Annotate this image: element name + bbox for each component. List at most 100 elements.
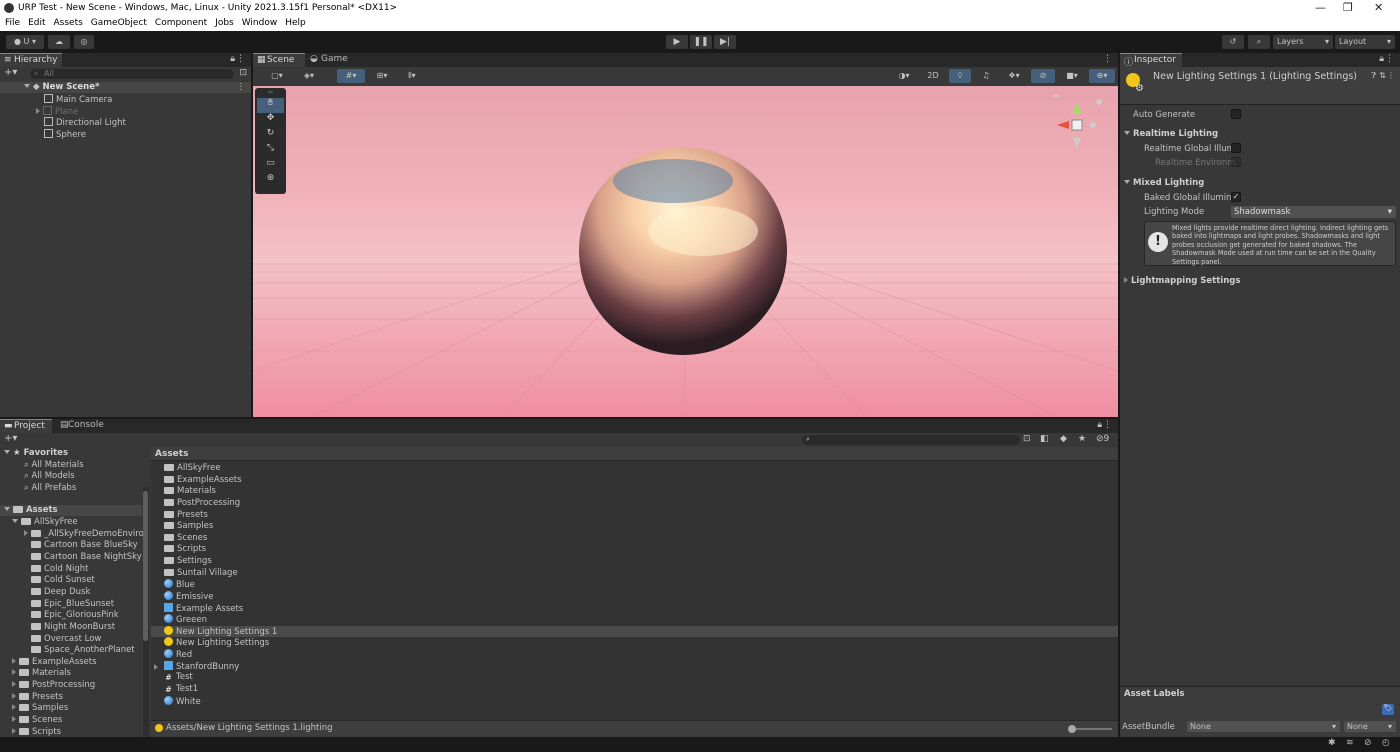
layers-dropdown[interactable]: Layers ▾	[1273, 35, 1333, 49]
folder-tree-item[interactable]: Scenes	[12, 715, 62, 726]
filter-label-icon[interactable]: ◆	[1060, 434, 1067, 444]
expand-icon[interactable]	[12, 704, 16, 711]
minimize-icon[interactable]: —	[1315, 1, 1326, 14]
folder-tree-item[interactable]: Deep Dusk	[24, 587, 90, 598]
hand-tool-icon[interactable]: ✋︎	[257, 98, 284, 113]
effects-dropdown[interactable]: ❖▾	[1001, 69, 1027, 83]
rect-tool-icon[interactable]: ▭	[255, 158, 286, 173]
hidden-packages-icon[interactable]: ⊘9	[1096, 434, 1109, 444]
maximize-icon[interactable]: ❐	[1343, 1, 1353, 14]
menu-file[interactable]: File	[0, 17, 23, 31]
file-list-item[interactable]: White	[151, 695, 1118, 707]
increment-snap-dropdown[interactable]: ⫴▾	[399, 69, 425, 83]
tab-game[interactable]: ◒ Game	[307, 53, 357, 67]
favorite-item[interactable]: ⌕ All Models	[24, 471, 75, 482]
expand-icon[interactable]	[12, 681, 16, 688]
file-list-item[interactable]: Scenes	[151, 533, 1118, 544]
camera-dropdown[interactable]: ■▾	[1059, 69, 1085, 83]
lock-icon[interactable]: 🔒︎	[1379, 54, 1384, 64]
grid-toggle[interactable]: #▾	[337, 69, 365, 83]
close-icon[interactable]: ✕	[1374, 1, 1383, 14]
pause-button[interactable]: ❚❚	[690, 35, 712, 49]
zoom-slider-thumb[interactable]	[1068, 725, 1076, 733]
search-filter-icon[interactable]: ⊡	[239, 68, 247, 78]
move-tool-icon[interactable]: ✥	[255, 113, 286, 128]
snap-dropdown[interactable]: ⊞▾	[369, 69, 395, 83]
file-list-item[interactable]: AllSkyFree	[151, 463, 1118, 474]
file-list-item[interactable]: PostProcessing	[151, 498, 1118, 509]
folder-tree-item[interactable]: Epic_BlueSunset	[24, 599, 114, 610]
scene-row[interactable]: ◆ New Scene* ⋮	[0, 82, 251, 93]
audio-toggle-icon[interactable]: ♫	[975, 69, 997, 83]
history-icon[interactable]: ↺	[1222, 35, 1244, 49]
palette-grip-icon[interactable]: ═	[255, 88, 286, 98]
search-by-type-icon[interactable]: ⊡	[1023, 434, 1031, 444]
file-list-item[interactable]: ExampleAssets	[151, 475, 1118, 486]
file-list-item[interactable]: Example Assets	[151, 602, 1118, 614]
mode-2d-button[interactable]: 2D	[921, 69, 945, 83]
filter-type-icon[interactable]: ◧	[1040, 434, 1049, 444]
folder-tree-item[interactable]: Materials	[12, 668, 71, 679]
expand-icon[interactable]	[12, 669, 16, 676]
context-menu-icon[interactable]: ⋮	[1387, 71, 1395, 80]
asset-variant-dropdown[interactable]: None ▾	[1344, 721, 1396, 732]
folder-tree-item[interactable]: Cold Night	[24, 564, 88, 575]
assets-root-foldout[interactable]: Assets	[0, 505, 142, 516]
expand-icon[interactable]	[24, 529, 28, 536]
panel-menu-icon[interactable]: ⋮	[1385, 54, 1394, 64]
folder-tree-item[interactable]: _AllSkyFreeDemoEnviro	[24, 529, 144, 540]
lighting-mode-dropdown[interactable]: Shadowmask ▾	[1231, 206, 1396, 218]
mixed-lighting-foldout[interactable]: Mixed Lighting	[1124, 178, 1204, 189]
file-list-item[interactable]: New Lighting Settings	[151, 637, 1118, 648]
render-mode-dropdown[interactable]: ◑▾	[891, 69, 917, 83]
file-list-item[interactable]: Scripts	[151, 544, 1118, 555]
bug-icon[interactable]: ✱	[1328, 738, 1336, 748]
hierarchy-item[interactable]: Plane	[36, 106, 78, 117]
folder-tree-item[interactable]: Cartoon Base BlueSky	[24, 540, 138, 551]
preset-icon[interactable]: ⇅	[1379, 71, 1386, 80]
expand-icon[interactable]	[12, 716, 16, 723]
expand-icon[interactable]	[12, 727, 16, 734]
lighting-toggle-icon[interactable]: 💡︎	[949, 69, 971, 83]
tab-scene[interactable]: ▦ Scene	[253, 53, 305, 67]
file-list-item[interactable]: # Test	[151, 672, 1118, 683]
lightmapping-foldout[interactable]: Lightmapping Settings	[1124, 276, 1240, 287]
lock-icon[interactable]: 🔒︎	[1097, 420, 1102, 430]
favorites-foldout[interactable]: ★ Favorites	[4, 448, 68, 459]
favorites-star-icon[interactable]: ★	[1078, 434, 1086, 444]
progress-icon[interactable]: ◴	[1382, 738, 1390, 748]
menu-gameobject[interactable]: GameObject	[86, 17, 150, 31]
expand-icon[interactable]	[12, 692, 16, 699]
draw-mode-dropdown[interactable]: ▢▾	[263, 69, 291, 83]
hierarchy-item[interactable]: Directional Light	[44, 117, 126, 128]
label-tag-icon[interactable]: 🏷︎	[1382, 704, 1394, 715]
file-list-item[interactable]: Blue	[151, 579, 1118, 590]
zoom-slider[interactable]	[1068, 725, 1112, 733]
folder-tree-item[interactable]: Samples	[12, 703, 68, 714]
tab-inspector[interactable]: ⓘ Inspector	[1120, 53, 1182, 68]
search-icon[interactable]: ⌕	[1248, 35, 1270, 49]
cloud-icon[interactable]: ☁	[48, 35, 70, 49]
file-list-item[interactable]: New Lighting Settings 1	[151, 625, 1118, 637]
baked-gi-checkbox[interactable]: ✓	[1231, 192, 1241, 202]
menu-help[interactable]: Help	[280, 17, 309, 31]
account-button[interactable]: ● U ▾	[6, 35, 44, 49]
panel-menu-icon[interactable]: ⋮	[1103, 420, 1112, 430]
play-button[interactable]: ▶	[666, 35, 688, 49]
folder-tree-item[interactable]: Scripts	[12, 727, 61, 737]
tab-project[interactable]: ▬ Project	[0, 419, 52, 433]
tree-scrollbar-thumb[interactable]	[143, 491, 148, 641]
folder-tree-item[interactable]: Epic_GloriousPink	[24, 610, 119, 621]
realtime-env-checkbox[interactable]	[1231, 157, 1241, 167]
folder-tree-item[interactable]: Overcast Low	[24, 634, 101, 645]
file-list-item[interactable]: Materials	[151, 486, 1118, 497]
gizmos-dropdown[interactable]: ⊕▾	[1089, 69, 1115, 83]
scene-viewport[interactable]: ═ ✋︎ ✥ ↻ ⤡ ▭ ⊛	[253, 86, 1118, 417]
folder-tree-item[interactable]: Space_AnotherPlanet	[24, 645, 135, 656]
folder-tree-item[interactable]: PostProcessing	[12, 680, 95, 691]
file-list-item[interactable]: StanfordBunny	[151, 660, 1118, 672]
folder-tree-item[interactable]: ExampleAssets	[12, 657, 97, 668]
file-list-item[interactable]: Presets	[151, 510, 1118, 521]
panel-menu-icon[interactable]: ⋮	[236, 54, 245, 64]
folder-tree-item[interactable]: Cold Sunset	[24, 575, 95, 586]
